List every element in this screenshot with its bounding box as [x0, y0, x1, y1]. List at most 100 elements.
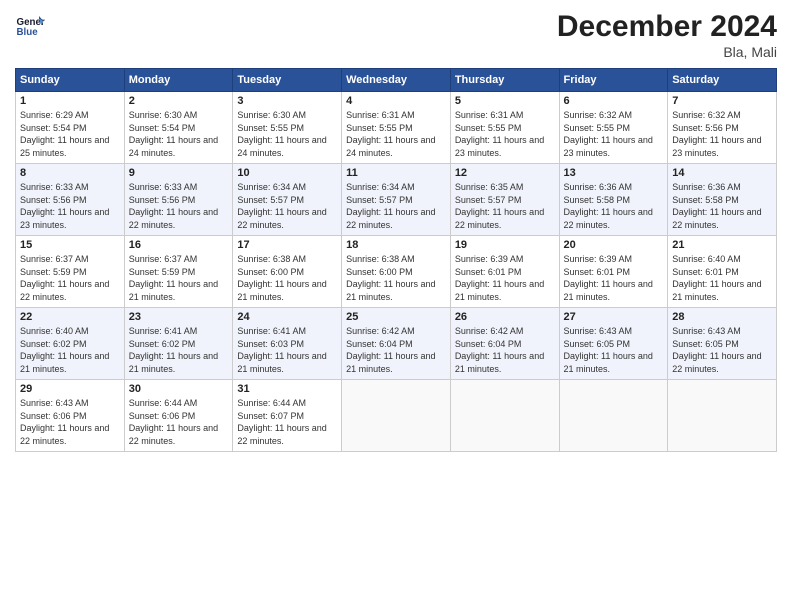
day-detail: Sunrise: 6:43 AM Sunset: 6:06 PM Dayligh… [20, 397, 120, 447]
day-number: 2 [129, 95, 229, 107]
col-tuesday: Tuesday [233, 69, 342, 92]
day-number: 19 [455, 239, 555, 251]
table-cell: 30 Sunrise: 6:44 AM Sunset: 6:06 PM Dayl… [124, 380, 233, 452]
col-wednesday: Wednesday [342, 69, 451, 92]
table-cell [668, 380, 777, 452]
table-cell: 10 Sunrise: 6:34 AM Sunset: 5:57 PM Dayl… [233, 164, 342, 236]
day-detail: Sunrise: 6:36 AM Sunset: 5:58 PM Dayligh… [564, 181, 664, 231]
day-number: 8 [20, 167, 120, 179]
day-number: 9 [129, 167, 229, 179]
table-cell: 18 Sunrise: 6:38 AM Sunset: 6:00 PM Dayl… [342, 236, 451, 308]
table-cell: 11 Sunrise: 6:34 AM Sunset: 5:57 PM Dayl… [342, 164, 451, 236]
day-number: 28 [672, 311, 772, 323]
day-detail: Sunrise: 6:33 AM Sunset: 5:56 PM Dayligh… [129, 181, 229, 231]
table-cell: 12 Sunrise: 6:35 AM Sunset: 5:57 PM Dayl… [450, 164, 559, 236]
day-number: 31 [237, 383, 337, 395]
table-cell: 13 Sunrise: 6:36 AM Sunset: 5:58 PM Dayl… [559, 164, 668, 236]
day-number: 27 [564, 311, 664, 323]
calendar-header-row: Sunday Monday Tuesday Wednesday Thursday… [16, 69, 777, 92]
calendar-row-3: 15 Sunrise: 6:37 AM Sunset: 5:59 PM Dayl… [16, 236, 777, 308]
calendar-row-5: 29 Sunrise: 6:43 AM Sunset: 6:06 PM Dayl… [16, 380, 777, 452]
day-detail: Sunrise: 6:40 AM Sunset: 6:01 PM Dayligh… [672, 253, 772, 303]
table-cell: 20 Sunrise: 6:39 AM Sunset: 6:01 PM Dayl… [559, 236, 668, 308]
day-number: 13 [564, 167, 664, 179]
day-number: 22 [20, 311, 120, 323]
day-detail: Sunrise: 6:31 AM Sunset: 5:55 PM Dayligh… [346, 109, 446, 159]
day-number: 6 [564, 95, 664, 107]
table-cell: 21 Sunrise: 6:40 AM Sunset: 6:01 PM Dayl… [668, 236, 777, 308]
day-detail: Sunrise: 6:30 AM Sunset: 5:55 PM Dayligh… [237, 109, 337, 159]
day-number: 16 [129, 239, 229, 251]
table-cell: 19 Sunrise: 6:39 AM Sunset: 6:01 PM Dayl… [450, 236, 559, 308]
day-number: 7 [672, 95, 772, 107]
table-cell [450, 380, 559, 452]
calendar-row-2: 8 Sunrise: 6:33 AM Sunset: 5:56 PM Dayli… [16, 164, 777, 236]
day-detail: Sunrise: 6:34 AM Sunset: 5:57 PM Dayligh… [346, 181, 446, 231]
day-number: 10 [237, 167, 337, 179]
day-detail: Sunrise: 6:38 AM Sunset: 6:00 PM Dayligh… [346, 253, 446, 303]
calendar-row-4: 22 Sunrise: 6:40 AM Sunset: 6:02 PM Dayl… [16, 308, 777, 380]
table-cell: 1 Sunrise: 6:29 AM Sunset: 5:54 PM Dayli… [16, 92, 125, 164]
table-cell: 7 Sunrise: 6:32 AM Sunset: 5:56 PM Dayli… [668, 92, 777, 164]
svg-text:Blue: Blue [17, 27, 39, 38]
day-detail: Sunrise: 6:38 AM Sunset: 6:00 PM Dayligh… [237, 253, 337, 303]
day-number: 25 [346, 311, 446, 323]
day-number: 24 [237, 311, 337, 323]
table-cell: 24 Sunrise: 6:41 AM Sunset: 6:03 PM Dayl… [233, 308, 342, 380]
day-number: 3 [237, 95, 337, 107]
day-detail: Sunrise: 6:35 AM Sunset: 5:57 PM Dayligh… [455, 181, 555, 231]
location: Bla, Mali [557, 44, 777, 60]
col-saturday: Saturday [668, 69, 777, 92]
table-cell: 8 Sunrise: 6:33 AM Sunset: 5:56 PM Dayli… [16, 164, 125, 236]
day-detail: Sunrise: 6:42 AM Sunset: 6:04 PM Dayligh… [455, 325, 555, 375]
table-cell: 23 Sunrise: 6:41 AM Sunset: 6:02 PM Dayl… [124, 308, 233, 380]
table-cell: 14 Sunrise: 6:36 AM Sunset: 5:58 PM Dayl… [668, 164, 777, 236]
page: General Blue December 2024 Bla, Mali Sun… [0, 0, 792, 612]
day-number: 23 [129, 311, 229, 323]
table-cell: 5 Sunrise: 6:31 AM Sunset: 5:55 PM Dayli… [450, 92, 559, 164]
day-number: 4 [346, 95, 446, 107]
table-cell: 16 Sunrise: 6:37 AM Sunset: 5:59 PM Dayl… [124, 236, 233, 308]
table-cell: 26 Sunrise: 6:42 AM Sunset: 6:04 PM Dayl… [450, 308, 559, 380]
table-cell: 4 Sunrise: 6:31 AM Sunset: 5:55 PM Dayli… [342, 92, 451, 164]
day-detail: Sunrise: 6:31 AM Sunset: 5:55 PM Dayligh… [455, 109, 555, 159]
day-number: 29 [20, 383, 120, 395]
day-detail: Sunrise: 6:41 AM Sunset: 6:03 PM Dayligh… [237, 325, 337, 375]
day-detail: Sunrise: 6:40 AM Sunset: 6:02 PM Dayligh… [20, 325, 120, 375]
day-detail: Sunrise: 6:32 AM Sunset: 5:56 PM Dayligh… [672, 109, 772, 159]
table-cell: 2 Sunrise: 6:30 AM Sunset: 5:54 PM Dayli… [124, 92, 233, 164]
day-number: 1 [20, 95, 120, 107]
logo: General Blue [15, 10, 45, 40]
day-detail: Sunrise: 6:44 AM Sunset: 6:06 PM Dayligh… [129, 397, 229, 447]
day-number: 26 [455, 311, 555, 323]
day-detail: Sunrise: 6:33 AM Sunset: 5:56 PM Dayligh… [20, 181, 120, 231]
col-thursday: Thursday [450, 69, 559, 92]
table-cell: 15 Sunrise: 6:37 AM Sunset: 5:59 PM Dayl… [16, 236, 125, 308]
day-detail: Sunrise: 6:39 AM Sunset: 6:01 PM Dayligh… [455, 253, 555, 303]
day-number: 20 [564, 239, 664, 251]
month-title: December 2024 [557, 10, 777, 44]
title-block: December 2024 Bla, Mali [557, 10, 777, 60]
table-cell [342, 380, 451, 452]
day-number: 12 [455, 167, 555, 179]
day-number: 30 [129, 383, 229, 395]
day-detail: Sunrise: 6:41 AM Sunset: 6:02 PM Dayligh… [129, 325, 229, 375]
table-cell: 27 Sunrise: 6:43 AM Sunset: 6:05 PM Dayl… [559, 308, 668, 380]
day-detail: Sunrise: 6:32 AM Sunset: 5:55 PM Dayligh… [564, 109, 664, 159]
day-detail: Sunrise: 6:37 AM Sunset: 5:59 PM Dayligh… [129, 253, 229, 303]
table-cell: 29 Sunrise: 6:43 AM Sunset: 6:06 PM Dayl… [16, 380, 125, 452]
col-monday: Monday [124, 69, 233, 92]
calendar-row-1: 1 Sunrise: 6:29 AM Sunset: 5:54 PM Dayli… [16, 92, 777, 164]
day-detail: Sunrise: 6:42 AM Sunset: 6:04 PM Dayligh… [346, 325, 446, 375]
logo-icon: General Blue [15, 10, 45, 40]
table-cell: 22 Sunrise: 6:40 AM Sunset: 6:02 PM Dayl… [16, 308, 125, 380]
table-cell: 17 Sunrise: 6:38 AM Sunset: 6:00 PM Dayl… [233, 236, 342, 308]
day-detail: Sunrise: 6:39 AM Sunset: 6:01 PM Dayligh… [564, 253, 664, 303]
day-number: 21 [672, 239, 772, 251]
day-detail: Sunrise: 6:43 AM Sunset: 6:05 PM Dayligh… [672, 325, 772, 375]
day-detail: Sunrise: 6:34 AM Sunset: 5:57 PM Dayligh… [237, 181, 337, 231]
table-cell: 25 Sunrise: 6:42 AM Sunset: 6:04 PM Dayl… [342, 308, 451, 380]
table-cell: 28 Sunrise: 6:43 AM Sunset: 6:05 PM Dayl… [668, 308, 777, 380]
day-detail: Sunrise: 6:44 AM Sunset: 6:07 PM Dayligh… [237, 397, 337, 447]
table-cell: 3 Sunrise: 6:30 AM Sunset: 5:55 PM Dayli… [233, 92, 342, 164]
